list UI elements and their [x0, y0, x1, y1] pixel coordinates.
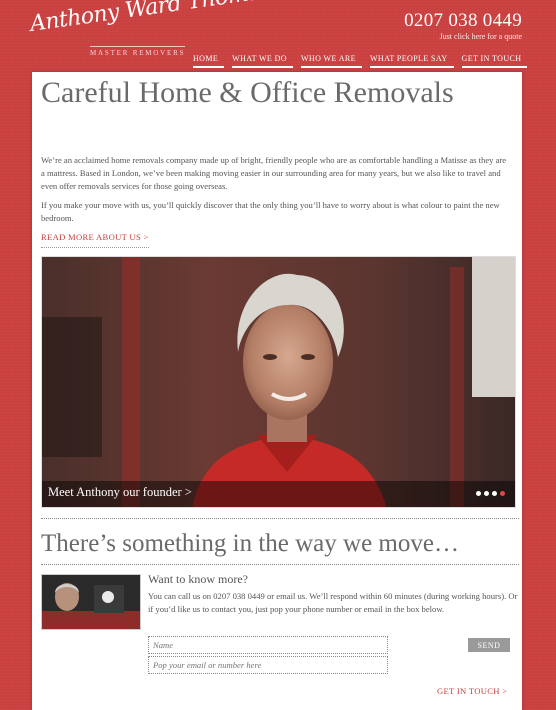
intro-text: We’re an acclaimed home removals company… — [41, 154, 511, 231]
slide-dot-3[interactable] — [492, 491, 497, 496]
divider-top — [41, 518, 519, 519]
slide-dot-2[interactable] — [484, 491, 489, 496]
get-in-touch-link[interactable]: GET IN TOUCH > — [437, 686, 507, 696]
logo-text: Anthony Ward Thomas — [28, 0, 273, 37]
video-thumbnail[interactable] — [41, 574, 141, 630]
slide-dot-4[interactable] — [500, 491, 505, 496]
nav-what-we-do[interactable]: WHAT WE DO — [232, 52, 293, 68]
send-button[interactable]: SEND — [468, 638, 510, 652]
contact-heading: Want to know more? — [148, 572, 249, 586]
founder-photo — [42, 257, 515, 507]
hero-slideshow[interactable]: Meet Anthony our founder > — [41, 256, 516, 508]
thumbnail-image — [42, 575, 140, 629]
nav-what-people-say[interactable]: WHAT PEOPLE SAY — [369, 52, 454, 68]
logo[interactable]: Anthony Ward Thomas MASTER REMOVERS — [29, 0, 273, 64]
phone-number[interactable]: 0207 038 0449 — [404, 10, 522, 32]
hero-caption-link[interactable]: Meet Anthony our founder > — [48, 485, 192, 500]
site-header: Anthony Ward Thomas MASTER REMOVERS 0207… — [0, 0, 556, 72]
nav-who-we-are[interactable]: WHO WE ARE — [300, 52, 362, 68]
nav-home[interactable]: HOME — [193, 52, 225, 68]
email-field[interactable] — [148, 656, 388, 674]
slide-dot-1[interactable] — [476, 491, 481, 496]
read-more-link[interactable]: READ MORE ABOUT US > — [41, 232, 149, 248]
name-field[interactable] — [148, 636, 388, 654]
content-panel: Careful Home & Office Removals We’re an … — [32, 72, 522, 710]
intro-paragraph-2: If you make your move with us, you’ll qu… — [41, 200, 500, 223]
logo-subtitle: MASTER REMOVERS — [90, 46, 186, 57]
contact-text: You can call us on 0207 038 0449 or emai… — [148, 591, 518, 614]
tagline-heading: There’s something in the way we move… — [41, 530, 459, 557]
nav-get-in-touch[interactable]: GET IN TOUCH — [461, 52, 528, 68]
phone-quote-link[interactable]: 0207 038 0449 Just click here for a quot… — [404, 10, 522, 42]
hero-caption-bar: Meet Anthony our founder > — [42, 481, 515, 507]
divider-bottom — [41, 564, 519, 565]
intro-paragraph-1: We’re an acclaimed home removals company… — [41, 155, 507, 191]
page-title: Careful Home & Office Removals — [41, 76, 454, 109]
main-nav: HOME WHAT WE DO WHO WE ARE WHAT PEOPLE S… — [193, 52, 535, 68]
slide-dots — [476, 491, 505, 496]
quote-link[interactable]: Just click here for a quote — [404, 32, 522, 42]
